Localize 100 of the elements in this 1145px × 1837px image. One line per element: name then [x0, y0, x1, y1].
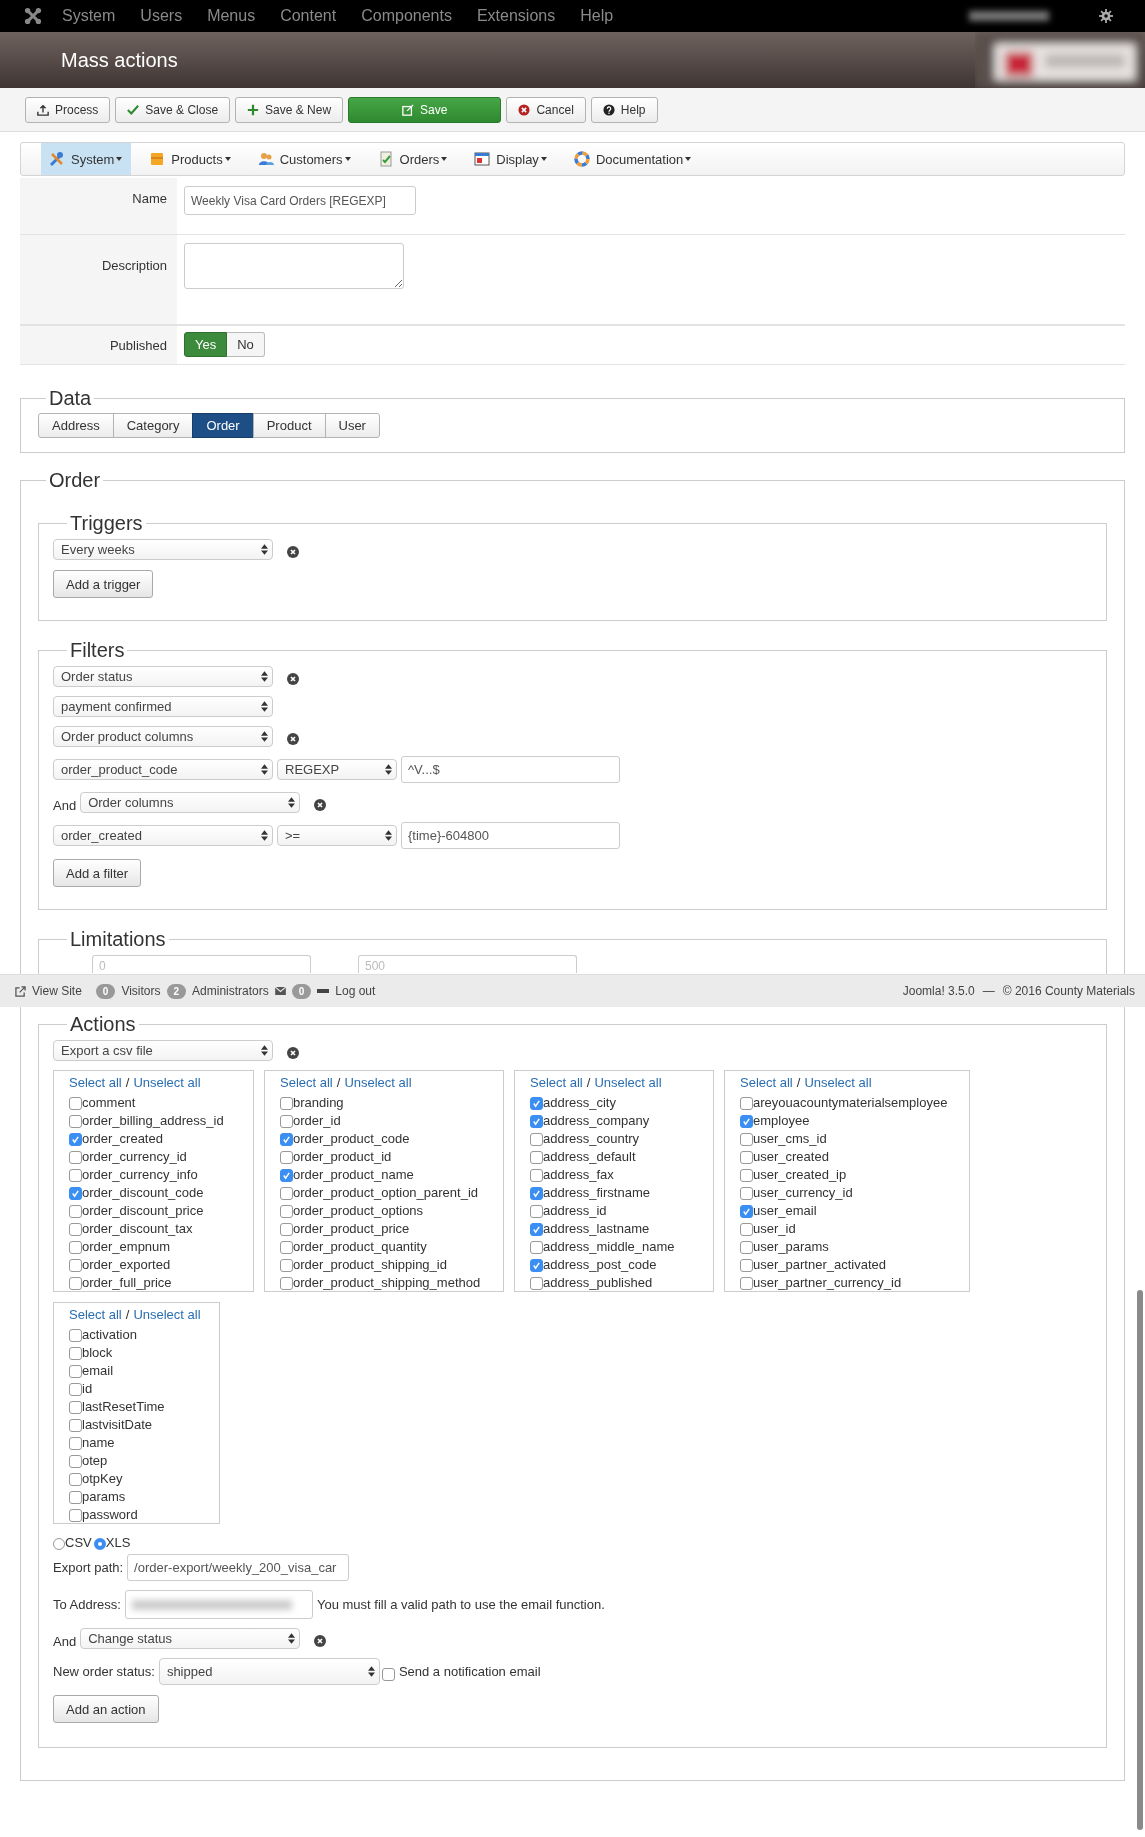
remove-icon[interactable]	[314, 1635, 327, 1647]
checkbox[interactable]	[69, 1259, 82, 1272]
data-tab[interactable]: Address	[38, 413, 114, 438]
checkbox[interactable]	[740, 1115, 753, 1128]
checkbox[interactable]	[530, 1151, 543, 1164]
menu-item[interactable]: Extensions	[476, 7, 556, 25]
menu-item[interactable]: Menus	[207, 7, 256, 25]
checkbox[interactable]	[740, 1133, 753, 1146]
checkbox[interactable]	[69, 1419, 82, 1432]
checkbox[interactable]	[740, 1223, 753, 1236]
view-site-link[interactable]: View Site	[32, 984, 82, 998]
toolbar-button[interactable]: Process	[25, 96, 111, 123]
checkbox[interactable]	[740, 1259, 753, 1272]
dropdown[interactable]: payment confirmed	[53, 696, 273, 717]
select-all-link[interactable]: Select all	[69, 1075, 122, 1093]
checkbox[interactable]	[740, 1169, 753, 1182]
checkbox[interactable]	[69, 1277, 82, 1290]
checkbox[interactable]	[69, 1329, 82, 1342]
checkbox[interactable]	[69, 1115, 82, 1128]
scrollbar-thumb[interactable]	[1137, 1290, 1143, 1830]
dropdown[interactable]: Order columns	[80, 792, 301, 813]
limit-field[interactable]: 0	[92, 955, 311, 973]
select-all-link[interactable]: Select all	[740, 1075, 793, 1093]
unselect-all-link[interactable]: Unselect all	[594, 1075, 662, 1093]
toolbar-button[interactable]: Save & Close	[115, 96, 231, 123]
checkbox[interactable]	[69, 1133, 82, 1146]
checkbox[interactable]	[530, 1241, 543, 1254]
unselect-all-link[interactable]: Unselect all	[133, 1307, 201, 1325]
checkbox[interactable]	[69, 1401, 82, 1414]
checkbox[interactable]	[530, 1133, 543, 1146]
checkbox[interactable]	[381, 1668, 395, 1681]
data-tab[interactable]: Category	[112, 413, 194, 438]
toolbar-button[interactable]: Save	[348, 96, 502, 123]
checkbox[interactable]	[530, 1115, 543, 1128]
remove-icon[interactable]	[287, 546, 299, 558]
checkbox[interactable]	[280, 1169, 293, 1182]
select-all-link[interactable]: Select all	[530, 1075, 583, 1093]
checkbox[interactable]	[740, 1205, 753, 1218]
add-action-button[interactable]: Add an action	[53, 1695, 159, 1723]
data-tab[interactable]: Product	[252, 413, 326, 438]
checkbox[interactable]	[280, 1223, 293, 1236]
checkbox[interactable]	[69, 1169, 82, 1182]
checkbox[interactable]	[280, 1151, 293, 1164]
checkbox[interactable]	[740, 1097, 753, 1110]
toolbar-button[interactable]: Save & New	[235, 96, 344, 123]
checkbox[interactable]	[530, 1169, 543, 1182]
checkbox[interactable]	[530, 1205, 543, 1218]
select-all-link[interactable]: Select all	[69, 1307, 122, 1325]
checkbox[interactable]	[280, 1133, 293, 1146]
export-path-field[interactable]: /order-export/weekly_200_visa_car	[127, 1554, 350, 1581]
settings-icon[interactable]	[1099, 9, 1113, 23]
checkbox[interactable]	[69, 1491, 82, 1504]
remove-icon[interactable]	[287, 733, 299, 745]
select-all-link[interactable]: Select all	[280, 1075, 333, 1093]
add-filter-button[interactable]: Add a filter	[53, 859, 142, 887]
checkbox[interactable]	[280, 1259, 293, 1272]
checkbox[interactable]	[740, 1151, 753, 1164]
checkbox[interactable]	[740, 1187, 753, 1200]
dropdown[interactable]: >=	[277, 825, 397, 846]
add-trigger-button[interactable]: Add a trigger	[53, 570, 154, 598]
menu-item[interactable]: Documentation	[565, 143, 701, 175]
checkbox[interactable]	[530, 1223, 543, 1236]
name-field[interactable]: Weekly Visa Card Orders [REGEXP]	[184, 186, 416, 215]
menu-item[interactable]: Users	[140, 7, 183, 25]
checkbox[interactable]	[69, 1437, 82, 1450]
dropdown[interactable]: Order status	[53, 666, 273, 687]
checkbox[interactable]	[69, 1187, 82, 1200]
description-field[interactable]	[184, 243, 404, 289]
dropdown[interactable]: Export a csv file	[53, 1040, 273, 1061]
dropdown[interactable]: order_created	[53, 825, 273, 846]
logout-link[interactable]: Log out	[335, 984, 376, 998]
checkbox[interactable]	[69, 1347, 82, 1360]
checkbox[interactable]	[530, 1259, 543, 1272]
dropdown[interactable]: Order product columns	[53, 726, 273, 747]
remove-icon[interactable]	[314, 799, 327, 811]
checkbox[interactable]	[280, 1097, 293, 1110]
toggle-option[interactable]: Yes	[184, 332, 228, 357]
checkbox[interactable]	[280, 1115, 293, 1128]
checkbox[interactable]	[69, 1455, 82, 1468]
unselect-all-link[interactable]: Unselect all	[133, 1075, 201, 1093]
menu-item[interactable]: Display	[466, 143, 556, 175]
logo-icon[interactable]	[24, 7, 42, 25]
data-tab[interactable]: User	[324, 413, 380, 438]
menu-item[interactable]: Help	[580, 7, 614, 25]
menu-item[interactable]: Components	[361, 7, 452, 25]
checkbox[interactable]	[530, 1277, 543, 1290]
toolbar-button[interactable]: Help	[590, 96, 658, 123]
menu-item[interactable]: Orders	[369, 143, 457, 175]
checkbox[interactable]	[69, 1365, 82, 1378]
toggle-option[interactable]: No	[227, 332, 265, 357]
menu-item[interactable]: Content	[280, 7, 337, 25]
data-tab[interactable]: Order	[192, 413, 254, 438]
toolbar-button[interactable]: Cancel	[506, 96, 586, 123]
menu-item[interactable]: Customers	[249, 143, 360, 175]
checkbox[interactable]	[69, 1151, 82, 1164]
value-field[interactable]: ^V...$	[401, 756, 620, 783]
unselect-all-link[interactable]: Unselect all	[344, 1075, 412, 1093]
status-dropdown[interactable]: shipped	[158, 1658, 380, 1685]
radio-button[interactable]	[93, 1538, 106, 1550]
dropdown[interactable]: Every weeks	[53, 539, 273, 560]
